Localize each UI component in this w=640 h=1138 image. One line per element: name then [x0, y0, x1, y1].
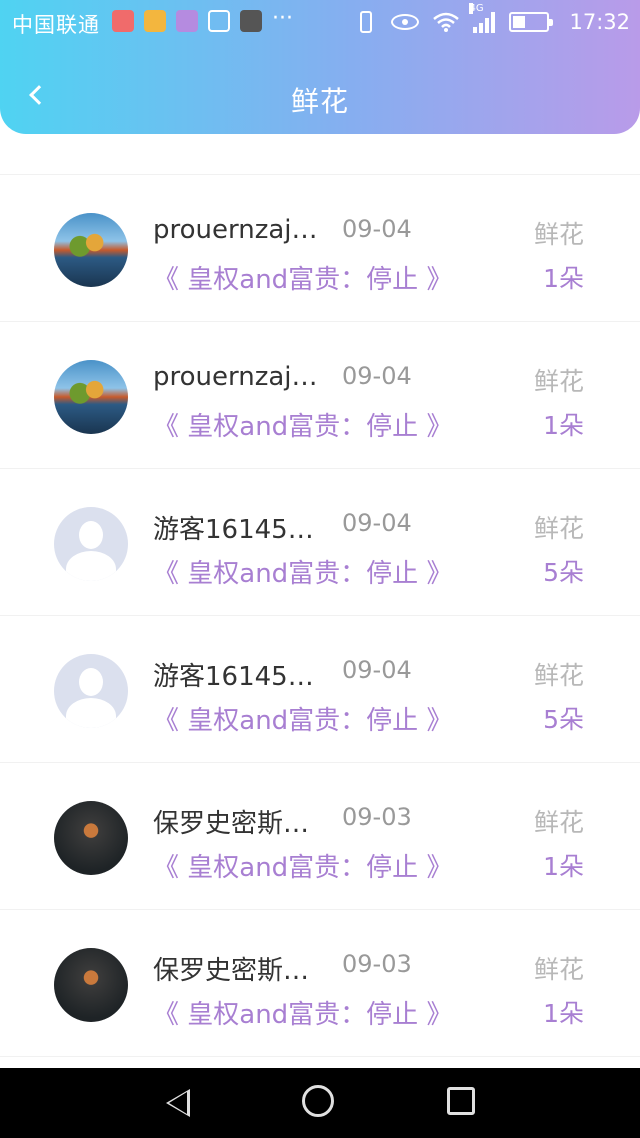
gift-date: 09-03	[342, 803, 412, 831]
list-item[interactable]: 游客16145… 09-04 鲜花《 皇权and富贵：停止 》 5朵	[0, 469, 640, 616]
eye-comfort-icon	[391, 14, 420, 30]
header: 中国联通 ··· 4G 17:32 鲜花	[0, 0, 640, 134]
guest-avatar-head	[79, 521, 103, 549]
status-bar: 中国联通 ··· 4G 17:32	[0, 0, 640, 44]
user-name: 游客16145…	[153, 662, 314, 692]
vibrate-icon	[360, 11, 373, 33]
list-item[interactable]: 保罗史密斯… 09-03 鲜花《 皇权and富贵：停止 》 1朵	[0, 910, 640, 1057]
notification-app-icon	[112, 10, 134, 32]
gift-count: 1朵	[543, 852, 584, 881]
guest-avatar-body	[66, 698, 116, 728]
gift-count: 1朵	[543, 264, 584, 293]
gift-count: 1朵	[543, 999, 584, 1028]
system-nav-bar	[0, 1068, 640, 1138]
wifi-icon	[433, 12, 460, 32]
back-triangle-inner	[169, 1092, 187, 1114]
book-title[interactable]: 《 皇权and富贵：停止 》	[153, 700, 452, 737]
gift-type-label: 鲜花	[533, 661, 584, 690]
user-name: 游客16145…	[153, 515, 314, 545]
page-title: 鲜花	[290, 85, 349, 118]
gift-date: 09-04	[342, 215, 412, 243]
avatar[interactable]	[54, 948, 128, 1022]
battery-level	[513, 16, 525, 28]
nav-recent-button[interactable]	[445, 1085, 481, 1121]
home-circle-icon	[302, 1085, 334, 1117]
gift-type-label: 鲜花	[533, 220, 584, 249]
gift-count: 5朵	[543, 705, 584, 734]
title-bar: 鲜花	[0, 60, 640, 134]
book-title[interactable]: 《 皇权and富贵：停止 》	[153, 148, 452, 149]
book-title[interactable]: 《 皇权and富贵：停止 》	[153, 994, 452, 1031]
user-name: prouernzaj…	[153, 215, 318, 245]
gift-type-label: 鲜花	[533, 808, 584, 837]
cell-signal-icon: 4G	[469, 3, 496, 33]
book-title[interactable]: 《 皇权and富贵：停止 》	[153, 406, 452, 443]
list-item[interactable]: nudienwaje…09-04鲜花《 皇权and富贵：停止 》1朵	[0, 148, 640, 175]
list-item[interactable]: 游客16145… 09-04 鲜花《 皇权and富贵：停止 》 5朵	[0, 616, 640, 763]
user-name: prouernzaj…	[153, 362, 318, 392]
list-item[interactable]: prouernzaj… 09-04 鲜花《 皇权and富贵：停止 》 1朵	[0, 175, 640, 322]
list-item[interactable]: prouernzaj… 09-04 鲜花《 皇权and富贵：停止 》 1朵	[0, 322, 640, 469]
user-name: 保罗史密斯…	[153, 809, 310, 839]
nav-back-button[interactable]	[160, 1085, 196, 1121]
user-name: 保罗史密斯…	[153, 956, 310, 986]
notification-image-icon	[240, 10, 262, 32]
list-content: nudienwaje…09-04鲜花《 皇权and富贵：停止 》1朵prouer…	[0, 148, 640, 1057]
book-title[interactable]: 《 皇权and富贵：停止 》	[153, 553, 452, 590]
gift-date: 09-04	[342, 656, 412, 684]
book-title[interactable]: 《 皇权and富贵：停止 》	[153, 259, 452, 296]
gift-date: 09-04	[342, 509, 412, 537]
guest-avatar-head	[79, 668, 103, 696]
book-title[interactable]: 《 皇权and富贵：停止 》	[153, 847, 452, 884]
notification-gallery-icon	[176, 10, 198, 32]
recent-square-icon	[447, 1087, 475, 1115]
avatar[interactable]	[54, 654, 128, 728]
battery-icon	[509, 12, 554, 32]
network-type-label: 4G	[469, 3, 484, 14]
avatar[interactable]	[54, 507, 128, 581]
gift-count: 5朵	[543, 558, 584, 587]
gift-type-label: 鲜花	[533, 955, 584, 984]
gift-date: 09-03	[342, 950, 412, 978]
avatar[interactable]	[54, 360, 128, 434]
notification-lock-icon	[144, 10, 166, 32]
gift-type-label: 鲜花	[533, 514, 584, 543]
gift-count: 1朵	[543, 411, 584, 440]
nav-home-button[interactable]	[302, 1085, 338, 1121]
avatar[interactable]	[54, 213, 128, 287]
list-item[interactable]: 保罗史密斯… 09-03 鲜花《 皇权and富贵：停止 》 1朵	[0, 763, 640, 910]
guest-avatar-body	[66, 551, 116, 581]
gift-type-label: 鲜花	[533, 367, 584, 396]
clock: 17:32	[569, 10, 630, 34]
notification-mail-icon	[208, 10, 230, 32]
flower-gift-list[interactable]: nudienwaje…09-04鲜花《 皇权and富贵：停止 》1朵prouer…	[0, 148, 640, 1068]
avatar[interactable]	[54, 801, 128, 875]
gift-date: 09-04	[342, 362, 412, 390]
notification-overflow-icon: ···	[272, 6, 293, 31]
carrier-label: 中国联通	[12, 13, 100, 37]
